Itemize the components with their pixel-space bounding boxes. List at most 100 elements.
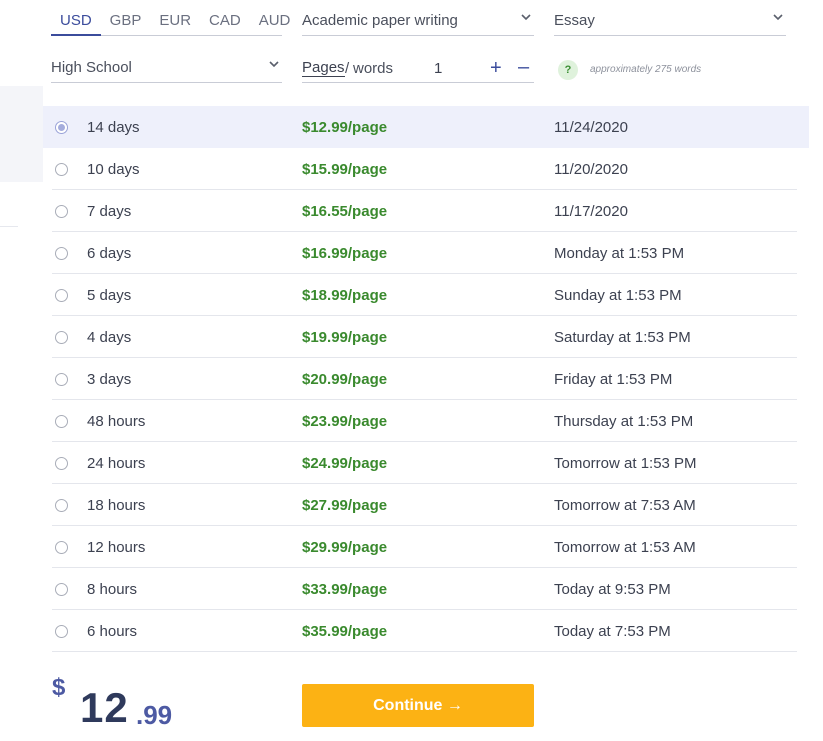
service-type-select[interactable]: Academic paper writing <box>302 0 534 36</box>
deadline-radio[interactable] <box>55 331 68 344</box>
pages-toggle[interactable]: Pages <box>302 60 345 77</box>
price-unit: /page <box>347 539 388 556</box>
currency-tab-eur[interactable]: EUR <box>150 0 200 36</box>
deadline-date: Thursday at 1:53 PM <box>554 413 694 430</box>
price-unit: /page <box>347 287 388 304</box>
currency-tab-gbp[interactable]: GBP <box>101 0 151 36</box>
side-panel-strip <box>0 86 43 182</box>
deadline-price: $24.99/page <box>302 455 387 472</box>
side-divider <box>0 226 18 227</box>
deadline-row[interactable]: 8 hours $33.99/page Today at 9:53 PM <box>43 568 809 610</box>
paper-type-select[interactable]: Essay <box>554 0 786 36</box>
deadline-radio[interactable] <box>55 205 68 218</box>
deadline-row[interactable]: 6 days $16.99/page Monday at 1:53 PM <box>43 232 809 274</box>
price-unit: /page <box>347 245 388 262</box>
academic-level-select[interactable]: High School <box>51 47 282 83</box>
price-unit: /page <box>347 371 388 388</box>
deadline-duration: 6 hours <box>87 623 138 640</box>
deadline-date: Today at 7:53 PM <box>554 623 671 640</box>
deadline-row[interactable]: 48 hours $23.99/page Thursday at 1:53 PM <box>43 400 809 442</box>
deadline-radio[interactable] <box>55 625 68 638</box>
price-value: $15.99 <box>302 161 348 178</box>
words-toggle[interactable]: words <box>353 60 393 77</box>
deadline-radio[interactable] <box>55 541 68 554</box>
price-unit: /page <box>347 329 388 346</box>
deadline-radio[interactable] <box>55 415 68 428</box>
deadline-date: Tomorrow at 1:53 PM <box>554 455 697 472</box>
price-value: $16.99 <box>302 245 348 262</box>
deadline-row[interactable]: 4 days $19.99/page Saturday at 1:53 PM <box>43 316 809 358</box>
deadline-duration: 10 days <box>87 161 140 178</box>
deadline-price: $33.99/page <box>302 581 387 598</box>
price-value: $23.99 <box>302 413 348 430</box>
deadline-price: $18.99/page <box>302 287 387 304</box>
deadline-row[interactable]: 10 days $15.99/page 11/20/2020 <box>43 148 809 190</box>
deadline-duration: 48 hours <box>87 413 146 430</box>
deadline-date: 11/20/2020 <box>554 161 628 178</box>
help-icon[interactable]: ? <box>558 60 578 80</box>
price-value: $12.99 <box>302 119 348 136</box>
deadline-row[interactable]: 12 hours $29.99/page Tomorrow at 1:53 AM <box>43 526 809 568</box>
deadline-date: 11/24/2020 <box>554 119 628 136</box>
price-unit: /page <box>347 119 388 136</box>
currency-tab-usd[interactable]: USD <box>51 0 101 36</box>
deadline-duration: 4 days <box>87 329 132 346</box>
price-unit: /page <box>347 497 388 514</box>
deadline-radio[interactable] <box>55 163 68 176</box>
price-unit: /page <box>347 203 388 220</box>
deadline-date: Sunday at 1:53 PM <box>554 287 682 304</box>
deadline-date: Saturday at 1:53 PM <box>554 329 691 346</box>
deadline-date: Tomorrow at 1:53 AM <box>554 539 696 556</box>
price-unit: /page <box>347 623 388 640</box>
currency-tabs: USD GBP EUR CAD AUD <box>51 0 290 36</box>
price-value: $18.99 <box>302 287 348 304</box>
continue-button[interactable]: Continue → <box>302 684 534 727</box>
deadline-price: $19.99/page <box>302 329 387 346</box>
deadline-row[interactable]: 5 days $18.99/page Sunday at 1:53 PM <box>43 274 809 316</box>
page-count-input[interactable]: 1 <box>434 60 442 77</box>
price-value: $16.55 <box>302 203 348 220</box>
deadline-duration: 14 days <box>87 119 140 136</box>
deadline-date: 11/17/2020 <box>554 203 628 220</box>
deadline-row[interactable]: 18 hours $27.99/page Tomorrow at 7:53 AM <box>43 484 809 526</box>
deadline-price: $35.99/page <box>302 623 387 640</box>
decrease-button[interactable]: – <box>518 56 529 79</box>
deadline-row[interactable]: 3 days $20.99/page Friday at 1:53 PM <box>43 358 809 400</box>
service-type-value: Academic paper writing <box>302 12 458 29</box>
increase-button[interactable]: + <box>490 57 502 80</box>
deadline-duration: 8 hours <box>87 581 138 598</box>
deadline-radio[interactable] <box>55 499 68 512</box>
deadline-row[interactable]: 24 hours $24.99/page Tomorrow at 1:53 PM <box>43 442 809 484</box>
paper-type-value: Essay <box>554 12 595 29</box>
deadline-radio[interactable] <box>55 121 68 134</box>
deadline-duration: 12 hours <box>87 539 146 556</box>
deadline-price: $29.99/page <box>302 539 387 556</box>
chevron-down-icon <box>269 61 279 68</box>
deadline-date: Friday at 1:53 PM <box>554 371 673 388</box>
deadline-row[interactable]: 6 hours $35.99/page Today at 7:53 PM <box>43 610 809 652</box>
currency-tab-cad[interactable]: CAD <box>200 0 250 36</box>
deadline-price: $16.99/page <box>302 245 387 262</box>
deadline-duration: 18 hours <box>87 497 146 514</box>
price-value: $35.99 <box>302 623 348 640</box>
deadline-price: $12.99/page <box>302 119 387 136</box>
deadline-table: 14 days $12.99/page 11/24/2020 10 days $15.9… <box>43 106 809 652</box>
deadline-row[interactable]: 7 days $16.55/page 11/17/2020 <box>43 190 809 232</box>
deadline-row[interactable]: 14 days $12.99/page 11/24/2020 <box>43 106 809 148</box>
price-value: $20.99 <box>302 371 348 388</box>
total-price-decimal: .99 <box>136 700 173 730</box>
deadline-radio[interactable] <box>55 457 68 470</box>
deadline-radio[interactable] <box>55 247 68 260</box>
deadline-duration: 3 days <box>87 371 132 388</box>
deadline-radio[interactable] <box>55 583 68 596</box>
total-currency-symbol: $ <box>52 674 66 701</box>
price-value: $33.99 <box>302 581 348 598</box>
total-price-integer: 12 <box>80 684 129 731</box>
deadline-duration: 7 days <box>87 203 132 220</box>
currency-tab-aud[interactable]: AUD <box>250 0 300 36</box>
deadline-date: Today at 9:53 PM <box>554 581 671 598</box>
chevron-down-icon <box>521 14 531 21</box>
academic-level-value: High School <box>51 59 132 76</box>
deadline-radio[interactable] <box>55 373 68 386</box>
deadline-radio[interactable] <box>55 289 68 302</box>
